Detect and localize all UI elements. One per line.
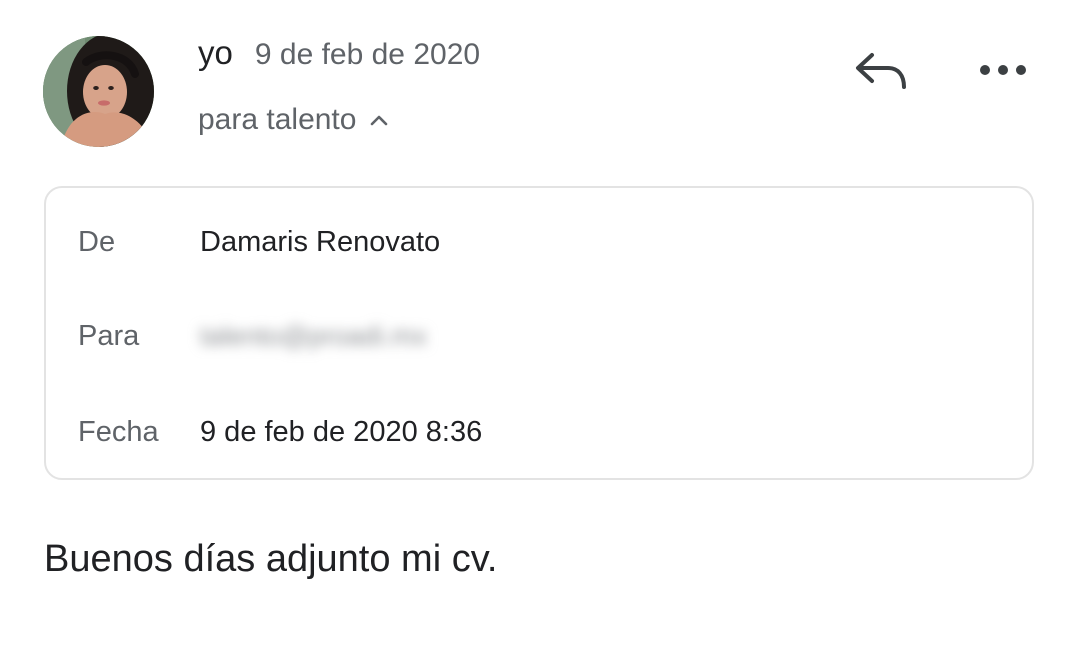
message-header: yo 9 de feb de 2020 para talento (0, 0, 1081, 170)
date-value: 9 de feb de 2020 8:36 (200, 415, 483, 448)
message-details-card: De Damaris Renovato Para talento@proadi.… (44, 186, 1034, 480)
from-label: De (78, 225, 116, 258)
redacted-email: talento@proadi.mx (200, 320, 428, 351)
recipient-details-toggle[interactable]: para talento (198, 100, 388, 140)
avatar[interactable] (43, 36, 154, 147)
profile-photo (43, 36, 154, 147)
recipient-summary: para talento (198, 103, 357, 136)
to-row: Para talento@proadi.mx (78, 316, 427, 356)
chevron-up-icon (371, 115, 388, 126)
sender-line: yo 9 de feb de 2020 (198, 34, 480, 78)
message-date: 9 de feb de 2020 (254, 38, 481, 71)
date-label: Fecha (78, 415, 159, 448)
reply-icon[interactable] (852, 48, 912, 94)
more-horizontal-icon[interactable] (977, 58, 1029, 82)
from-value: Damaris Renovato (200, 225, 441, 258)
from-row: De Damaris Renovato (78, 222, 440, 262)
date-row: Fecha 9 de feb de 2020 8:36 (78, 412, 482, 452)
to-label: Para (78, 319, 140, 352)
message-body: Buenos días adjunto mi cv. (44, 538, 498, 580)
sender-name: yo (198, 34, 233, 71)
